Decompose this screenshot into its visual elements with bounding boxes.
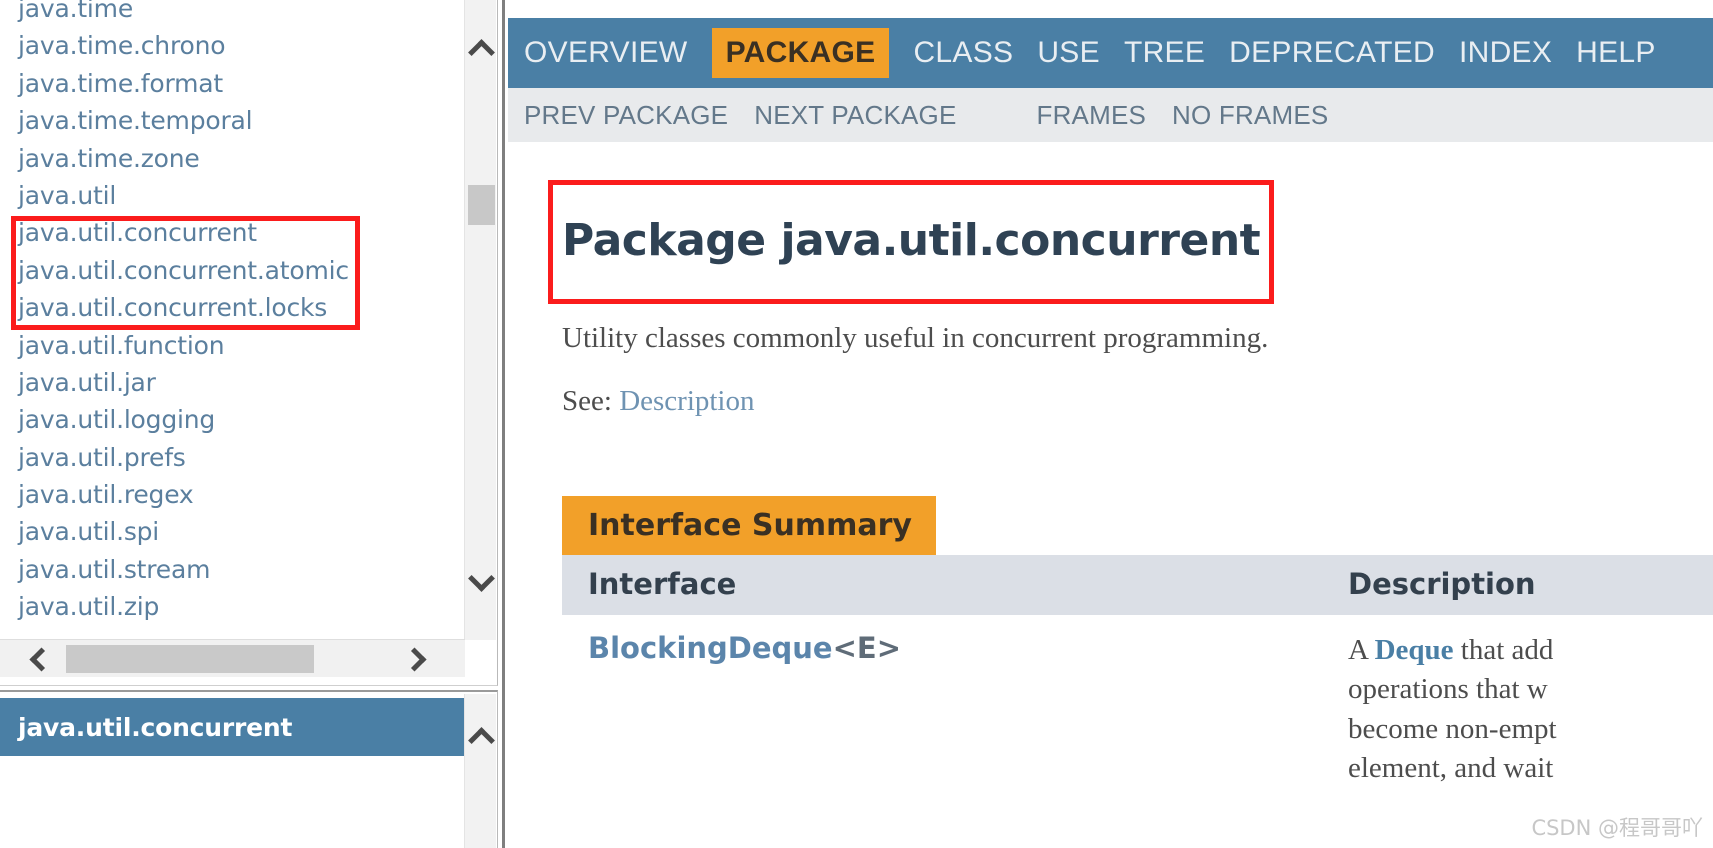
nav-item-help[interactable]: HELP: [1576, 36, 1656, 70]
description-cell: A Deque that add operations that w becom…: [1322, 614, 1713, 805]
package-list-item[interactable]: java.time: [0, 0, 465, 27]
selected-frame-vertical-scrollbar[interactable]: [464, 694, 496, 848]
package-content: Package java.util.concurrent Utility cla…: [508, 142, 1713, 848]
package-list-item[interactable]: java.util.function: [0, 327, 465, 364]
package-list-item[interactable]: java.util.zip: [0, 588, 465, 625]
nav-no-frames[interactable]: NO FRAMES: [1172, 100, 1328, 131]
nav-item-overview[interactable]: OVERVIEW: [524, 36, 688, 70]
top-navigation-bar: OVERVIEW PACKAGE CLASS USE TREE DEPRECATED IND…: [508, 18, 1713, 88]
package-list-item[interactable]: java.util.regex: [0, 476, 465, 513]
nav-next-package[interactable]: NEXT PACKAGE: [754, 100, 956, 131]
scroll-right-icon[interactable]: [397, 640, 437, 678]
package-list-vertical-scrollbar[interactable]: [464, 0, 496, 640]
see-separator: :: [603, 384, 612, 417]
package-list-item[interactable]: java.time.chrono: [0, 27, 465, 64]
nav-item-package[interactable]: PACKAGE: [711, 28, 890, 78]
see-description-line: See: Description: [548, 385, 1713, 418]
table-header-row: Interface Description: [562, 554, 1713, 615]
vertical-scroll-thumb[interactable]: [468, 185, 495, 225]
package-list-item[interactable]: java.util.concurrent: [0, 214, 465, 251]
scroll-down-icon[interactable]: [465, 560, 497, 602]
scroll-left-icon[interactable]: [18, 640, 58, 678]
see-description-link[interactable]: Description: [619, 385, 754, 417]
content-frame: OVERVIEW PACKAGE CLASS USE TREE DEPRECATED IND…: [508, 0, 1713, 848]
interface-link[interactable]: BlockingDeque<E>: [588, 631, 901, 665]
table-row: BlockingDeque<E> A Deque that add operat…: [562, 614, 1713, 805]
nav-item-class[interactable]: CLASS: [913, 36, 1013, 70]
description-lead: A: [1348, 633, 1375, 666]
nav-item-deprecated[interactable]: DEPRECATED: [1229, 36, 1435, 70]
package-list-viewport[interactable]: java.time java.time.chrono java.time.forma…: [0, 0, 465, 640]
package-list-item[interactable]: java.util.jar: [0, 364, 465, 401]
description-line-4: element, and wait: [1348, 752, 1554, 785]
javadoc-page: java.time java.time.chrono java.time.forma…: [0, 0, 1713, 848]
horizontal-scroll-thumb[interactable]: [66, 645, 314, 673]
package-list-item[interactable]: java.time.format: [0, 65, 465, 102]
interface-summary-caption: Interface Summary: [562, 495, 936, 555]
nav-item-index[interactable]: INDEX: [1459, 36, 1552, 70]
selected-scroll-up-icon[interactable]: [465, 716, 497, 758]
description-text: A Deque that add operations that w becom…: [1348, 631, 1713, 789]
package-list-item[interactable]: java.util: [0, 177, 465, 214]
interface-generic-text: <E>: [832, 630, 902, 665]
package-list-item[interactable]: java.util.concurrent.atomic: [0, 252, 465, 289]
package-description: Utility classes commonly useful in concu…: [562, 321, 1269, 354]
package-frame-panel: java.time java.time.chrono java.time.forma…: [0, 0, 505, 848]
see-label: See: [562, 384, 604, 417]
nav-prev-package[interactable]: PREV PACKAGE: [524, 100, 728, 131]
package-list-item[interactable]: java.util.stream: [0, 551, 465, 588]
description-line-2: operations that w: [1348, 673, 1548, 706]
package-list: java.time java.time.chrono java.time.forma…: [0, 0, 465, 626]
package-list-horizontal-scrollbar[interactable]: [0, 639, 465, 677]
column-header-description: Description: [1322, 554, 1713, 615]
package-list-item[interactable]: java.util.logging: [0, 401, 465, 438]
csdn-watermark: CSDN @程哥哥吖: [1531, 816, 1703, 840]
interface-name-text: BlockingDeque: [588, 630, 833, 665]
deque-link[interactable]: Deque: [1375, 634, 1454, 666]
column-header-interface: Interface: [562, 554, 1322, 615]
package-list-item[interactable]: java.time.temporal: [0, 102, 465, 139]
interface-summary-section: Interface Summary Interface Description …: [562, 495, 1713, 805]
package-list-item[interactable]: java.util.concurrent.locks: [0, 289, 465, 326]
scroll-up-icon[interactable]: [465, 28, 497, 70]
description-rest: that add: [1453, 633, 1554, 666]
package-list-item[interactable]: java.time.zone: [0, 140, 465, 177]
page-title-wrapper: Package java.util.concurrent: [548, 180, 1275, 304]
package-list-item[interactable]: java.util.spi: [0, 513, 465, 550]
sub-navigation-bar: PREV PACKAGE NEXT PACKAGE FRAMES NO FRAM…: [508, 88, 1713, 142]
nav-frames[interactable]: FRAMES: [1037, 100, 1147, 131]
selected-package-row[interactable]: java.util.concurrent: [0, 698, 465, 756]
package-list-frame: java.time java.time.chrono java.time.forma…: [0, 0, 498, 686]
nav-item-tree[interactable]: TREE: [1124, 36, 1205, 70]
selected-package-frame: java.util.concurrent: [0, 690, 498, 848]
nav-item-use[interactable]: USE: [1037, 36, 1100, 70]
interface-cell: BlockingDeque<E>: [562, 614, 1322, 805]
page-title: Package java.util.concurrent: [562, 215, 1261, 267]
interface-summary-table: Interface Description BlockingDeque<E> A…: [562, 554, 1713, 805]
selected-package-label: java.util.concurrent: [18, 712, 293, 742]
package-list-item[interactable]: java.util.prefs: [0, 439, 465, 476]
description-line-3: become non-empt: [1348, 712, 1557, 745]
